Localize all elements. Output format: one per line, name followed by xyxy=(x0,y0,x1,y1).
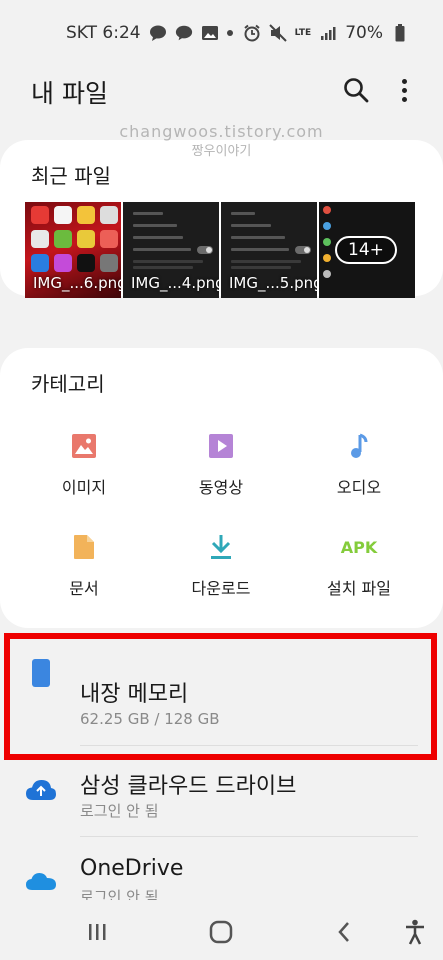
app-tile xyxy=(31,230,49,248)
more-vert-icon xyxy=(401,78,407,84)
talk-icon xyxy=(175,24,193,42)
divider xyxy=(80,836,418,837)
toggle-icon xyxy=(295,246,311,254)
app-tile xyxy=(100,206,118,224)
navigation-bar xyxy=(0,900,443,960)
app-tile xyxy=(31,206,49,224)
home-button[interactable] xyxy=(207,920,235,944)
storage-status: 로그인 안 됨 xyxy=(80,802,159,820)
category-documents[interactable]: 문서 xyxy=(24,533,144,599)
storage-status: 로그인 안 됨 xyxy=(80,888,159,900)
storage-samsung-cloud[interactable]: 삼성 클라우드 드라이브 로그인 안 됨 xyxy=(0,750,443,836)
recent-file-thumbnail[interactable]: IMG_...4.png xyxy=(123,202,219,298)
watermark-name: 짱우이야기 xyxy=(191,144,252,159)
recent-files-title: 최근 파일 xyxy=(31,164,111,188)
storage-name: 삼성 클라우드 드라이브 xyxy=(80,774,297,799)
category-label: 문서 xyxy=(69,579,99,598)
category-images[interactable]: 이미지 xyxy=(24,432,144,498)
accessibility-button[interactable] xyxy=(402,919,428,945)
app-tile xyxy=(100,254,118,272)
category-label: 오디오 xyxy=(336,478,382,497)
category-label: 동영상 xyxy=(198,478,244,497)
recent-file-thumbnail[interactable]: IMG_...6.png xyxy=(25,202,121,298)
gallery-icon xyxy=(201,24,219,42)
recent-file-name: IMG_...4.png xyxy=(131,274,219,292)
more-count-badge: 14+ xyxy=(335,236,397,264)
phone-icon xyxy=(24,656,58,690)
samsung-cloud-icon xyxy=(24,774,58,808)
accessibility-icon xyxy=(406,919,424,945)
recent-file-name: IMG_...6.png xyxy=(33,274,121,292)
category-label: 설치 파일 xyxy=(327,579,391,598)
home-icon xyxy=(209,920,233,944)
music-icon xyxy=(345,432,373,460)
search-button[interactable] xyxy=(342,76,370,104)
recent-files-list: IMG_...6.png IMG_...4.png IMG_...5.png 1… xyxy=(25,202,415,298)
download-icon xyxy=(207,533,235,561)
back-button[interactable] xyxy=(334,920,354,944)
video-icon xyxy=(207,432,235,460)
message-icon xyxy=(149,24,167,42)
storage-onedrive[interactable]: OneDrive 로그인 안 됨 xyxy=(0,840,443,900)
category-label: 이미지 xyxy=(61,478,107,497)
category-downloads[interactable]: 다운로드 xyxy=(161,533,281,599)
app-bar: 내 파일 xyxy=(0,66,443,116)
notification-dot xyxy=(226,30,233,36)
mute-icon xyxy=(268,24,287,42)
back-icon xyxy=(338,922,349,942)
storage-name: OneDrive xyxy=(80,856,184,881)
alarm-icon xyxy=(243,24,261,42)
app-tile xyxy=(54,254,72,272)
categories-title: 카테고리 xyxy=(31,372,105,396)
storage-internal[interactable]: 내장 메모리 62.25 GB / 128 GB xyxy=(0,640,443,750)
image-icon xyxy=(70,432,98,460)
recent-files-more[interactable]: 14+ xyxy=(319,202,415,298)
app-tile xyxy=(54,230,72,248)
battery-icon xyxy=(391,24,409,42)
carrier-time: SKT 6:24 xyxy=(66,23,141,43)
apk-icon: APK xyxy=(341,533,378,561)
category-install-files[interactable]: APK 설치 파일 xyxy=(299,533,419,599)
divider xyxy=(80,745,418,746)
storage-name: 내장 메모리 xyxy=(80,682,189,707)
category-audio[interactable]: 오디오 xyxy=(299,432,419,498)
category-videos[interactable]: 동영상 xyxy=(161,432,281,498)
watermark-url: changwoos.tistory.com xyxy=(119,122,324,141)
app-tile xyxy=(77,230,95,248)
app-tile xyxy=(77,254,95,272)
category-label: 다운로드 xyxy=(191,579,251,598)
status-left: SKT 6:24 xyxy=(66,23,233,43)
more-options-button[interactable] xyxy=(394,76,414,104)
app-tile xyxy=(77,206,95,224)
status-bar: SKT 6:24 LTE 70% xyxy=(0,0,443,66)
app-tile xyxy=(31,254,49,272)
status-right: LTE 70% xyxy=(243,23,409,43)
apk-icon-text: APK xyxy=(340,537,378,557)
recent-apps-button[interactable] xyxy=(86,920,108,944)
signal-icon xyxy=(319,24,337,42)
app-tile xyxy=(54,206,72,224)
search-icon xyxy=(344,78,369,103)
document-icon xyxy=(70,533,98,561)
lte-label: LTE xyxy=(294,27,312,38)
toggle-icon xyxy=(197,246,213,254)
storage-usage: 62.25 GB / 128 GB xyxy=(80,710,220,728)
battery-percent: 70% xyxy=(345,23,383,43)
recent-file-thumbnail[interactable]: IMG_...5.png xyxy=(221,202,317,298)
onedrive-icon xyxy=(24,864,58,898)
page-title: 내 파일 xyxy=(31,79,108,108)
recent-file-name: IMG_...5.png xyxy=(229,274,317,292)
app-tile xyxy=(100,230,118,248)
recent-apps-icon xyxy=(89,924,106,940)
